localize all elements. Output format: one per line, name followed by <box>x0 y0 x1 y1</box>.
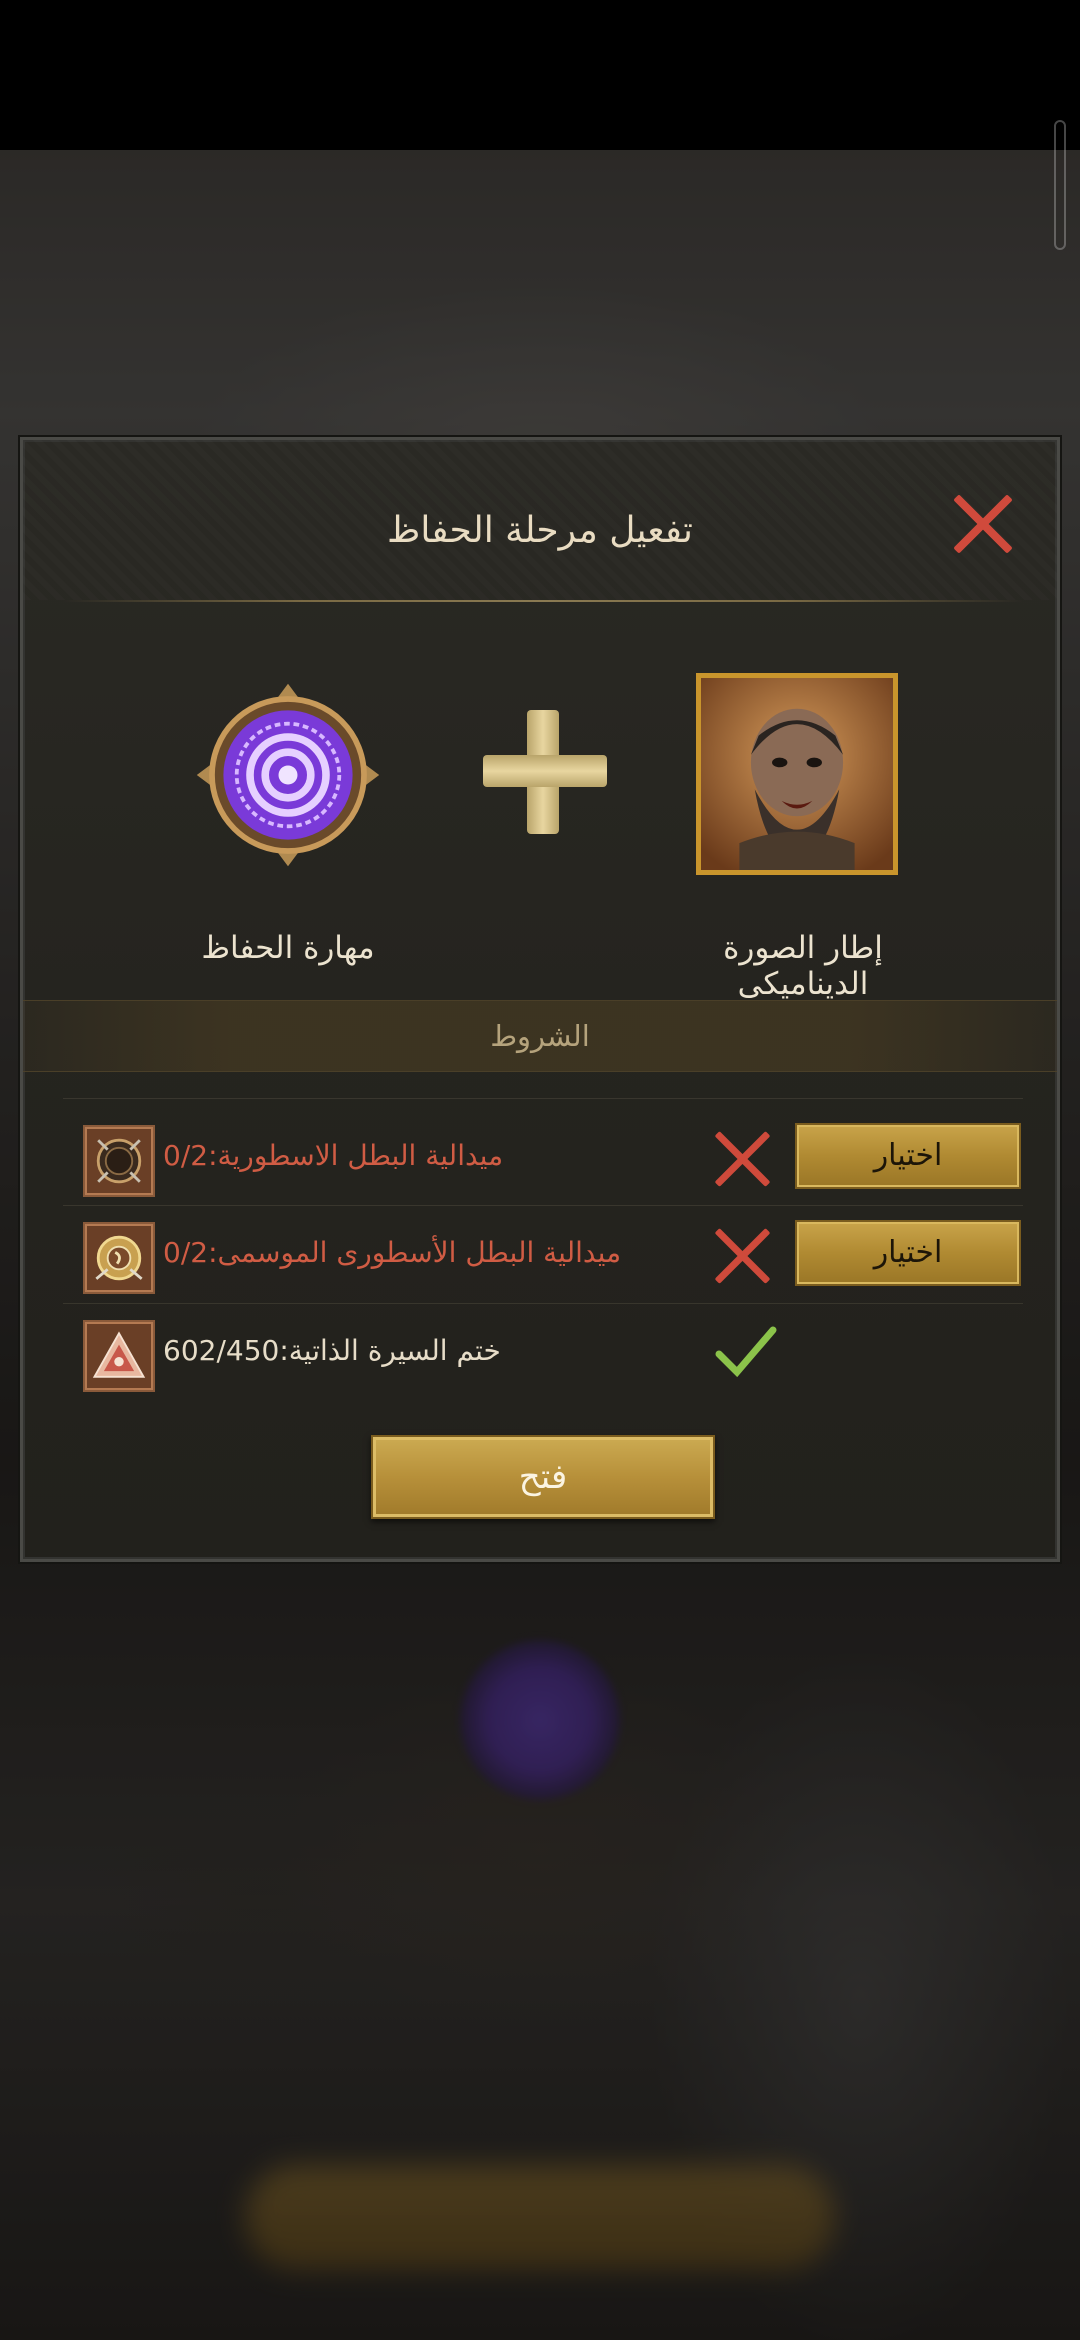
scroll-indicator <box>1054 120 1066 250</box>
condition-row-biography-seal: ختم السيرة الذاتية:602/450 <box>83 1308 1013 1400</box>
condition-row-legendary-medal: ميدالية البطل الاسطورية:0/2 اختيار <box>83 1113 1021 1205</box>
conditions-title: الشروط <box>490 1019 590 1053</box>
seasonal-legendary-medal-icon <box>83 1222 155 1294</box>
dynamic-avatar-frame[interactable] <box>696 673 898 875</box>
close-icon[interactable] <box>949 490 1017 558</box>
unmet-x-icon <box>713 1226 773 1286</box>
condition-text: ميدالية البطل الاسطورية:0/2 <box>163 1139 504 1172</box>
warrior-portrait-icon <box>701 678 893 870</box>
met-check-icon <box>713 1324 777 1384</box>
header-divider <box>63 600 1023 602</box>
keeper-skill-icon[interactable] <box>193 680 383 870</box>
keeper-skill-label: مهارة الحفاظ <box>201 930 375 966</box>
biography-seal-icon <box>83 1320 155 1392</box>
conditions-header: الشروط <box>23 1000 1057 1072</box>
dialog-title: تفعيل مرحلة الحفاظ <box>387 510 693 551</box>
unmet-x-icon <box>713 1129 773 1189</box>
keeper-stage-dialog: تفعيل مرحلة الحفاظ إطار الصورة الديناميك… <box>20 437 1060 1562</box>
divider <box>63 1303 1023 1304</box>
plus-icon <box>483 710 607 834</box>
avatar-frame-label: إطار الصورة الديناميكى <box>723 930 883 1002</box>
divider <box>63 1098 1023 1099</box>
condition-text: ميدالية البطل الأسطورى الموسمى:0/2 <box>163 1236 622 1269</box>
screen: تفعيل مرحلة الحفاظ إطار الصورة الديناميك… <box>0 0 1080 2340</box>
select-button[interactable]: اختيار <box>795 1123 1021 1189</box>
select-button[interactable]: اختيار <box>795 1220 1021 1286</box>
legendary-hero-medal-icon <box>83 1125 155 1197</box>
open-button[interactable]: فتح <box>371 1435 715 1519</box>
condition-row-seasonal-medal: ميدالية البطل الأسطورى الموسمى:0/2 اختيا… <box>83 1210 1021 1302</box>
condition-text: ختم السيرة الذاتية:602/450 <box>163 1334 501 1367</box>
divider <box>63 1205 1023 1206</box>
